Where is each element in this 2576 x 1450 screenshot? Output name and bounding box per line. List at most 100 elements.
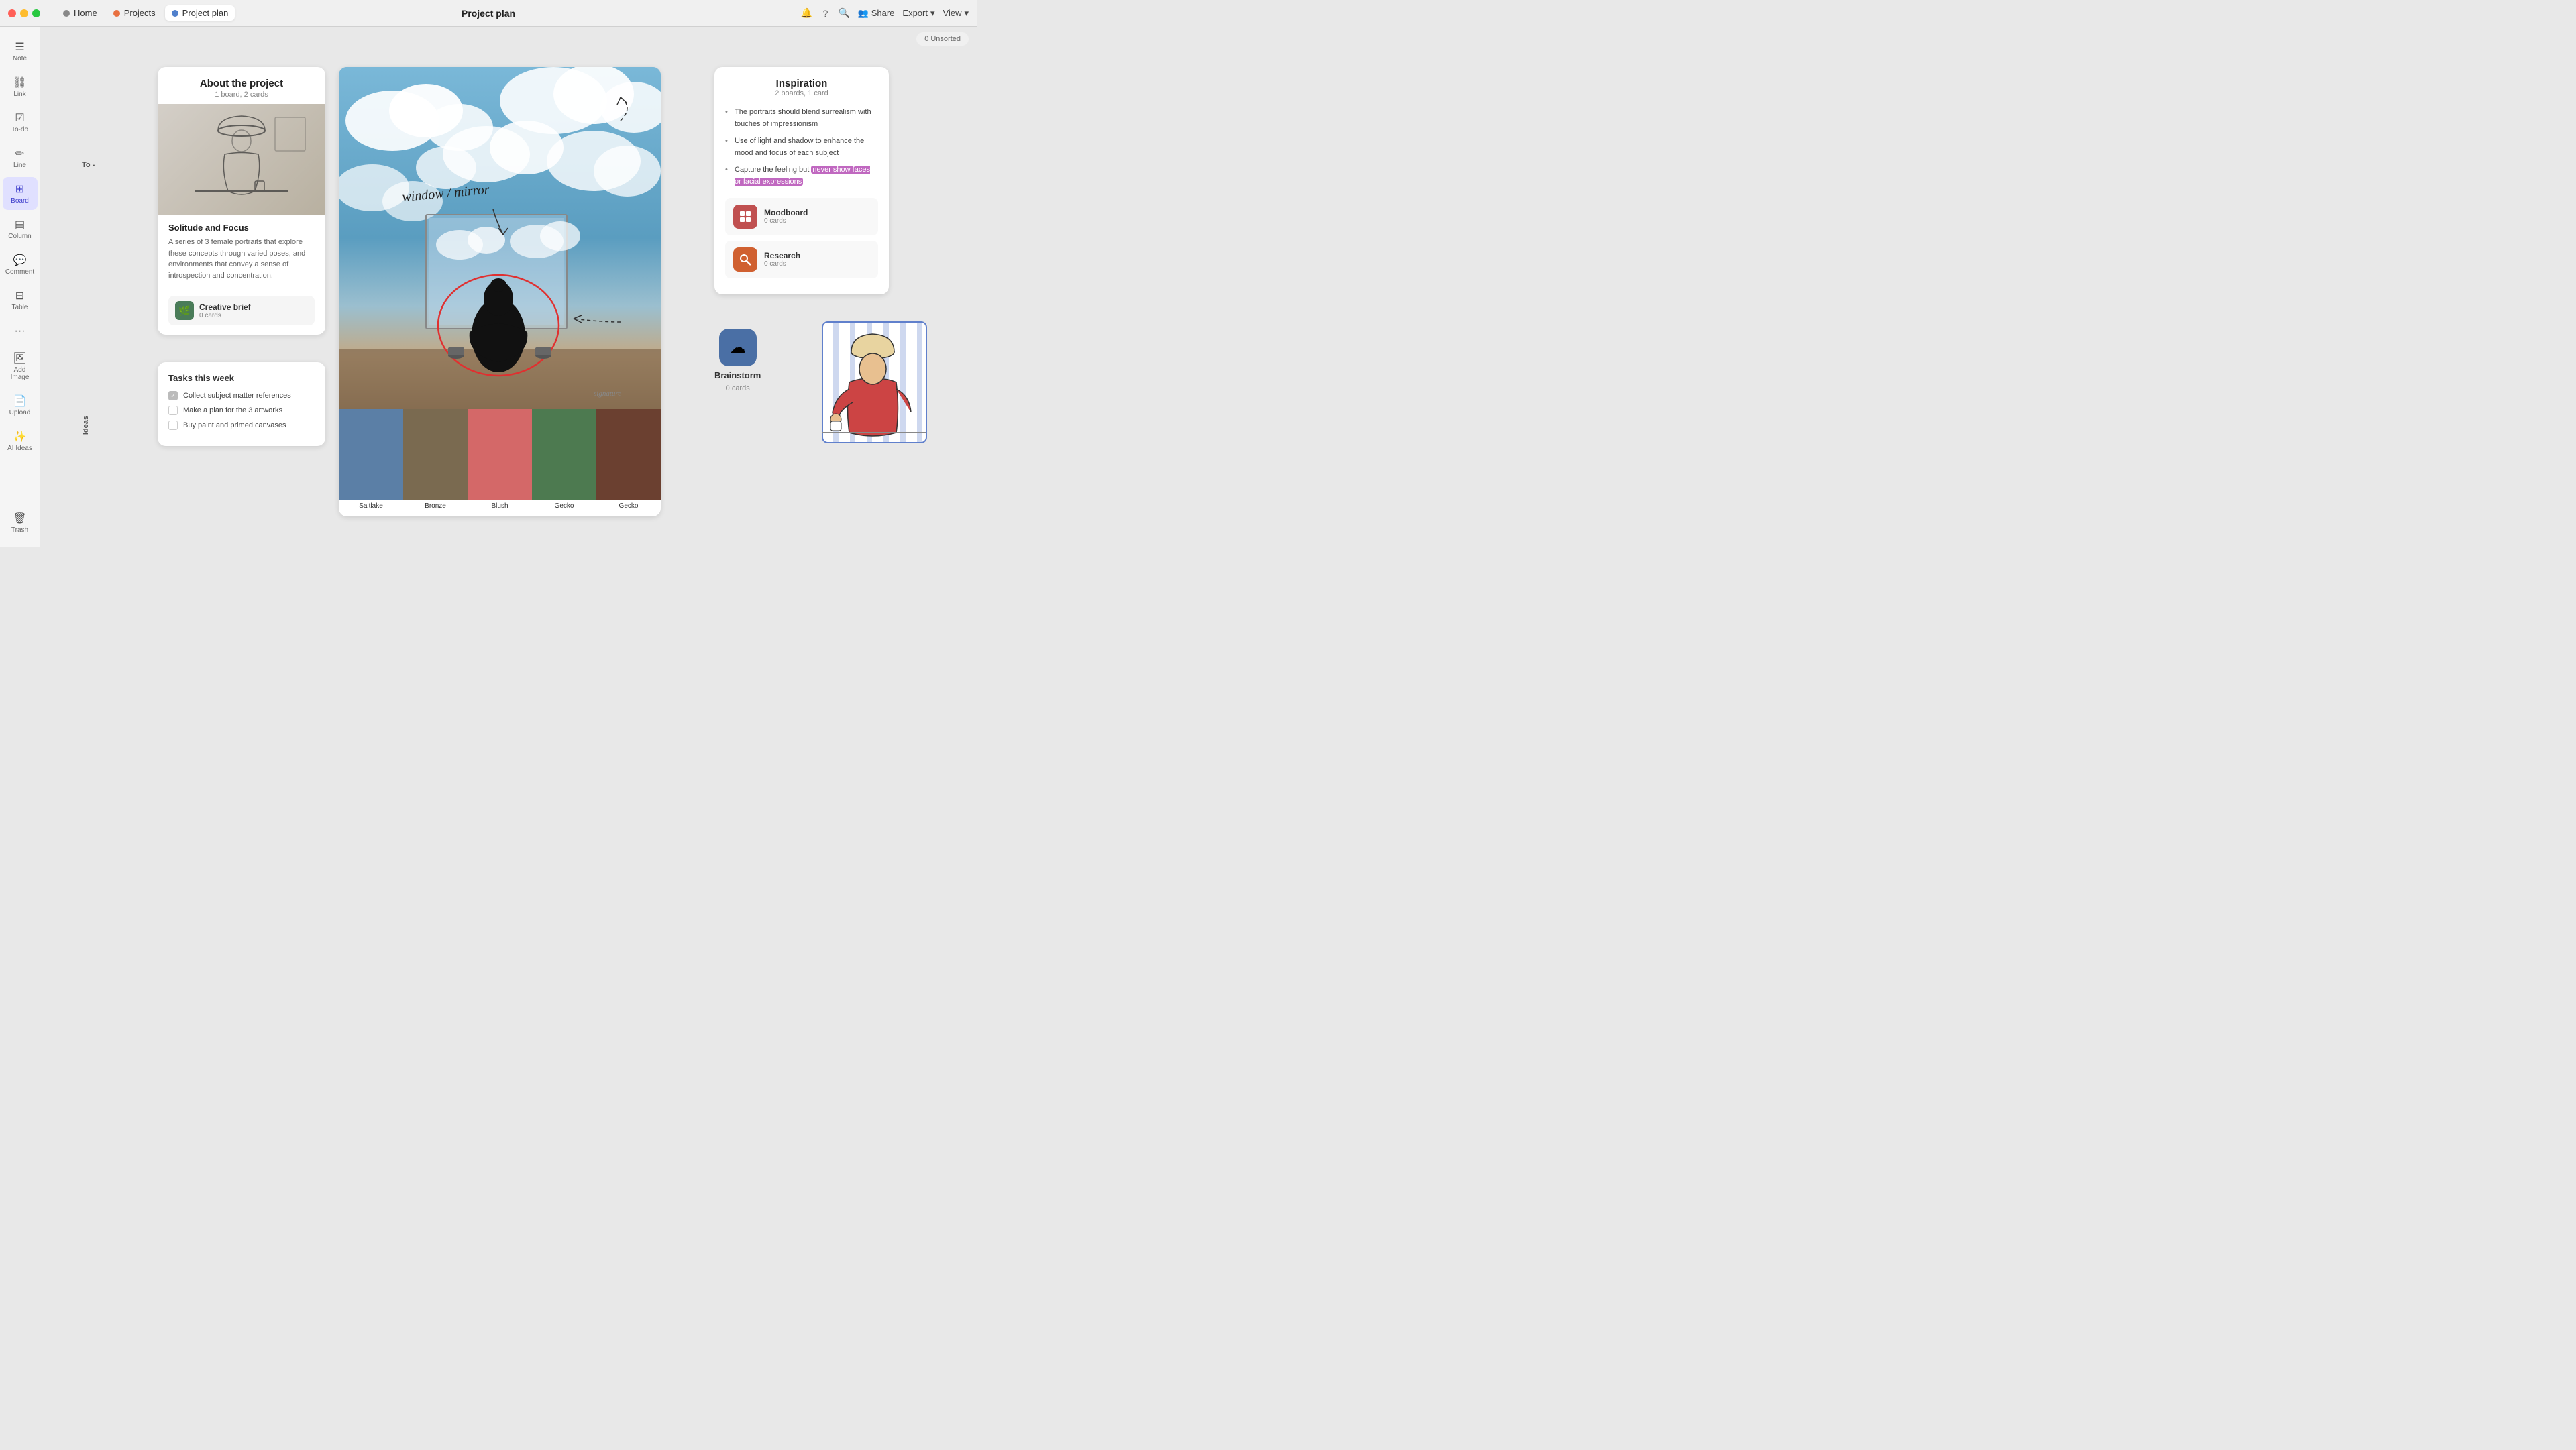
moodboard-info: Moodboard 0 cards	[764, 208, 808, 225]
minimize-button[interactable]	[20, 9, 28, 17]
tab-project-plan[interactable]: Project plan	[165, 5, 235, 21]
note-icon: ☰	[13, 40, 27, 54]
upload-icon: 📄	[13, 394, 27, 408]
main-artwork-image: window / mirror signature	[339, 67, 661, 409]
moodboard-name: Moodboard	[764, 208, 808, 217]
sidebar-label-addimage: Add Image	[7, 366, 34, 381]
sidebar-item-trash[interactable]: 🗑 Trash	[3, 506, 38, 539]
addimage-icon: 🖼	[13, 351, 27, 365]
to-label: To -	[82, 161, 95, 169]
sidebar-item-more[interactable]: ···	[3, 319, 38, 343]
project-name: Solitude and Focus	[168, 223, 315, 233]
sidebar-item-addimage[interactable]: 🖼 Add Image	[3, 346, 38, 386]
about-title: About the project	[168, 78, 315, 89]
task-check-2[interactable]	[168, 406, 178, 415]
moodboard-link[interactable]: Moodboard 0 cards	[725, 198, 878, 235]
sidebar-item-note[interactable]: ☰ Note	[3, 35, 38, 68]
maximize-button[interactable]	[32, 9, 40, 17]
sidebar-item-comment[interactable]: 💬 Comment	[3, 248, 38, 281]
highlight-faces: never show faces or facial expressions	[735, 166, 870, 186]
svg-text:signature: signature	[594, 390, 621, 398]
title-bar: Home Projects Project plan Project plan …	[0, 0, 977, 27]
project-plan-icon	[172, 10, 178, 17]
sidebar: ☰ Note ⛓ Link ☑ To-do ✏ Line ⊞ Board ▤ C…	[0, 27, 40, 547]
aiideas-icon: ✨	[13, 430, 27, 443]
sidebar-label-column: Column	[8, 233, 31, 240]
table-icon: ⊟	[13, 289, 27, 302]
swatch-color-saltlake	[339, 409, 403, 500]
unsorted-badge[interactable]: 0 Unsorted	[916, 32, 969, 46]
line-icon: ✏	[13, 147, 27, 160]
view-button[interactable]: View ▾	[943, 8, 969, 19]
app-body: ☰ Note ⛓ Link ☑ To-do ✏ Line ⊞ Board ▤ C…	[0, 27, 977, 547]
task-item-2: Make a plan for the 3 artworks	[168, 406, 315, 415]
trash-icon: 🗑	[13, 512, 27, 525]
main-image-card: window / mirror signature	[339, 67, 661, 516]
swatch-name-gecko2: Gecko	[596, 500, 661, 510]
board-icon: ⊞	[13, 182, 27, 196]
canvas-area[interactable]: 0 Unsorted About the project 1 board, 2 …	[40, 27, 977, 547]
sidebar-item-column[interactable]: ▤ Column	[3, 213, 38, 245]
tab-home[interactable]: Home	[56, 5, 104, 21]
sidebar-label-upload: Upload	[9, 409, 31, 416]
sidebar-label-aiideas: AI Ideas	[7, 445, 32, 452]
page-title: Project plan	[462, 8, 515, 19]
color-swatches: Saltlake Bronze Blush Gecko Gecko	[339, 409, 661, 516]
research-count: 0 cards	[764, 260, 800, 268]
notification-icon[interactable]: 🔔	[802, 8, 812, 19]
swatch-name-saltlake: Saltlake	[339, 500, 403, 510]
toolbar-right: 🔔 ? 🔍 👥 Share Export ▾ View ▾	[802, 8, 969, 19]
bullet-2: Use of light and shadow to enhance the m…	[725, 135, 878, 159]
sidebar-label-todo: To-do	[11, 126, 28, 133]
sidebar-item-todo[interactable]: ☑ To-do	[3, 106, 38, 139]
swatch-saltlake: Saltlake	[339, 409, 403, 516]
task-item-3: Buy paint and primed canvases	[168, 421, 315, 430]
tab-projects[interactable]: Projects	[107, 5, 162, 21]
sidebar-item-line[interactable]: ✏ Line	[3, 142, 38, 174]
sidebar-label-trash: Trash	[11, 526, 28, 534]
swatch-name-gecko1: Gecko	[532, 500, 596, 510]
sidebar-item-aiideas[interactable]: ✨ AI Ideas	[3, 425, 38, 457]
creative-brief-link[interactable]: 🌿 Creative brief 0 cards	[168, 296, 315, 325]
swatch-blush: Blush	[468, 409, 532, 516]
swatch-color-bronze	[403, 409, 468, 500]
share-button[interactable]: 👥 Share	[858, 8, 895, 19]
task-check-3[interactable]	[168, 421, 178, 430]
swatch-color-gecko2	[596, 409, 661, 500]
bullet-3: Capture the feeling but never show faces…	[725, 164, 878, 188]
swatch-color-gecko1	[532, 409, 596, 500]
search-icon[interactable]: 🔍	[839, 8, 850, 19]
research-icon	[733, 247, 757, 272]
tasks-title: Tasks this week	[168, 373, 315, 383]
sidebar-item-board[interactable]: ⊞ Board	[3, 177, 38, 210]
export-button[interactable]: Export ▾	[902, 8, 934, 19]
sidebar-label-link: Link	[13, 91, 25, 98]
projects-icon	[113, 10, 120, 17]
sidebar-item-table[interactable]: ⊟ Table	[3, 284, 38, 317]
sidebar-item-upload[interactable]: 📄 Upload	[3, 389, 38, 422]
brainstorm-count: 0 cards	[726, 384, 750, 392]
close-button[interactable]	[8, 9, 16, 17]
project-description: A series of 3 female portraits that expl…	[168, 237, 315, 281]
research-info: Research 0 cards	[764, 251, 800, 268]
tab-project-plan-label: Project plan	[182, 8, 229, 18]
creative-brief-name: Creative brief	[199, 302, 251, 312]
research-name: Research	[764, 251, 800, 260]
about-header: About the project 1 board, 2 cards	[158, 67, 325, 104]
more-icon: ···	[13, 325, 27, 338]
help-icon[interactable]: ?	[820, 8, 831, 19]
creative-brief-info: Creative brief 0 cards	[199, 302, 251, 319]
moodboard-icon	[733, 205, 757, 229]
comment-icon: 💬	[13, 254, 27, 267]
traffic-lights	[8, 9, 40, 17]
about-footer: 🌿 Creative brief 0 cards	[158, 289, 325, 335]
task-item-1: Collect subject matter references	[168, 391, 315, 400]
nav-tabs: Home Projects Project plan	[56, 5, 235, 21]
brainstorm-card[interactable]: ☁ Brainstorm 0 cards	[714, 329, 761, 392]
research-link[interactable]: Research 0 cards	[725, 241, 878, 278]
swatch-gecko2: Gecko	[596, 409, 661, 516]
task-check-1[interactable]	[168, 391, 178, 400]
sidebar-item-link[interactable]: ⛓ Link	[3, 70, 38, 103]
task-label-1: Collect subject matter references	[183, 392, 291, 400]
swatch-name-blush: Blush	[468, 500, 532, 510]
